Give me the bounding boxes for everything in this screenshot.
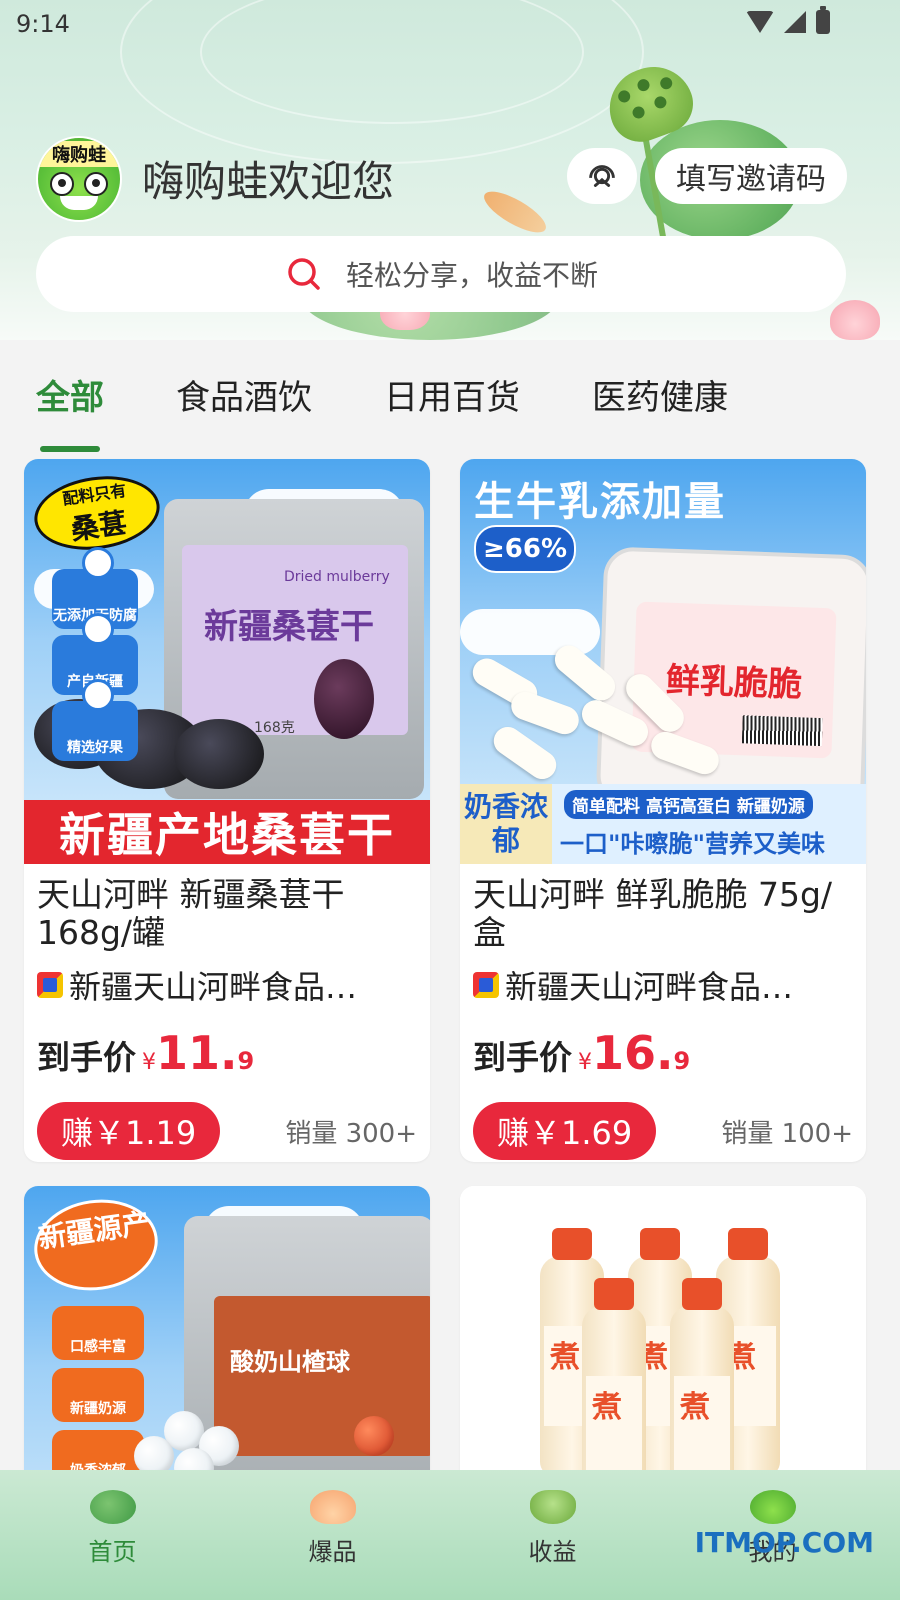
earn-button[interactable]: 赚￥1.19 <box>37 1102 221 1160</box>
product-image: 煮 煮 煮 煮 煮 <box>460 1186 866 1486</box>
shop-icon <box>473 972 499 998</box>
product-image: 新疆桑葚干 Dried mulberry 168克 配料只有 桑葚 无添加无防腐… <box>24 459 430 864</box>
feature-tag: 精选好果 <box>52 679 138 761</box>
tab-health[interactable]: 医药健康 <box>592 370 728 430</box>
product-title[interactable]: 天山河畔 新疆桑葚干168g/罐 <box>37 876 417 952</box>
product-card[interactable]: 生牛乳添加量 ≥66% 鲜乳脆脆 奶香浓郁 简单配料 高钙高蛋白 新疆奶源 一口… <box>460 459 866 1162</box>
price-row: 到手价 ¥ 11. 9 <box>37 1026 255 1080</box>
lotus-leaf-icon <box>90 1490 136 1524</box>
search-placeholder: 轻松分享，收益不断 <box>345 259 598 292</box>
watermark: ITMOP.COM <box>694 1526 874 1559</box>
nav-hot[interactable]: 爆品 <box>220 1470 445 1600</box>
invite-code-button[interactable]: 填写邀请码 <box>655 148 847 204</box>
tab-food-drinks[interactable]: 食品酒饮 <box>176 370 312 430</box>
category-tabs: 全部 食品酒饮 日用百货 医药健康 <box>36 370 728 452</box>
image-banner: 新疆产地桑葚干 <box>24 800 430 864</box>
percent-badge: ≥66% <box>474 525 576 573</box>
nav-label: 爆品 <box>308 1538 357 1566</box>
shop-name[interactable]: 新疆天山河畔食品… <box>37 962 417 1008</box>
sales-count: 销量 100+ <box>721 1118 853 1149</box>
welcome-text: 嗨购蛙欢迎您 <box>142 157 395 206</box>
nav-earnings[interactable]: 收益 <box>440 1470 665 1600</box>
frog-icon <box>750 1490 796 1524</box>
product-image: 酸奶山楂球 新疆源产 口感丰富 新疆奶源 奶香浓郁 <box>24 1186 430 1486</box>
lotus-flower-icon <box>310 1490 356 1524</box>
avatar-eye <box>84 172 108 196</box>
lotus-pod-icon <box>530 1490 576 1524</box>
app-screen: 9:14 嗨购蛙 嗨购蛙欢迎您 填写邀请码 轻松分享，收益不断 全部 食品酒饮 <box>0 0 900 1600</box>
image-banner: 奶香浓郁 简单配料 高钙高蛋白 新疆奶源 一口"咔嚓脆"营养又美味 <box>460 784 866 864</box>
sales-count: 销量 300+ <box>285 1118 417 1149</box>
product-card[interactable]: 煮 煮 煮 煮 煮 <box>460 1186 866 1486</box>
battery-icon <box>816 6 830 34</box>
search-bar[interactable]: 轻松分享，收益不断 <box>36 236 846 312</box>
avatar-mouth <box>60 196 98 210</box>
feature-tag: 新疆奶源 <box>52 1368 144 1422</box>
tab-daily-goods[interactable]: 日用百货 <box>384 370 520 430</box>
jar-label: 酸奶山楂球 <box>214 1296 430 1456</box>
status-bar: 9:14 <box>0 0 900 50</box>
image-headline: 生牛乳添加量 <box>474 479 726 525</box>
nav-home[interactable]: 首页 <box>0 1470 225 1600</box>
shop-name[interactable]: 新疆天山河畔食品… <box>473 962 853 1008</box>
avatar-eye <box>50 172 74 196</box>
product-title[interactable]: 天山河畔 鲜乳脆脆 75g/盒 <box>473 876 853 952</box>
signal-icon <box>784 11 806 33</box>
nav-label: 收益 <box>528 1538 577 1566</box>
lotus-flower-decoration <box>830 300 880 340</box>
product-card[interactable]: 酸奶山楂球 新疆源产 口感丰富 新疆奶源 奶香浓郁 <box>24 1186 430 1486</box>
jar-weight: 168克 <box>254 720 295 736</box>
shop-icon <box>37 972 63 998</box>
feature-tag: 口感丰富 <box>52 1306 144 1360</box>
status-icons <box>746 6 830 34</box>
product-image: 生牛乳添加量 ≥66% 鲜乳脆脆 奶香浓郁 简单配料 高钙高蛋白 新疆奶源 一口… <box>460 459 866 864</box>
wifi-icon <box>746 11 774 33</box>
earn-button[interactable]: 赚￥1.69 <box>473 1102 657 1160</box>
headset-icon <box>589 165 615 187</box>
product-card[interactable]: 新疆桑葚干 Dried mulberry 168克 配料只有 桑葚 无添加无防腐… <box>24 459 430 1162</box>
tab-all[interactable]: 全部 <box>36 370 104 452</box>
status-time: 9:14 <box>16 10 70 38</box>
avatar[interactable]: 嗨购蛙 <box>36 136 122 222</box>
jar-label-text: 新疆桑葚干 <box>204 607 374 647</box>
avatar-brand-text: 嗨购蛙 <box>38 141 120 167</box>
customer-service-button[interactable] <box>567 148 637 204</box>
nav-label: 首页 <box>88 1538 137 1566</box>
price-row: 到手价 ¥ 16. 9 <box>473 1026 691 1080</box>
koi-fish-decoration <box>478 184 552 240</box>
search-icon <box>288 258 320 290</box>
jar-label-en: Dried mulberry <box>284 569 390 585</box>
